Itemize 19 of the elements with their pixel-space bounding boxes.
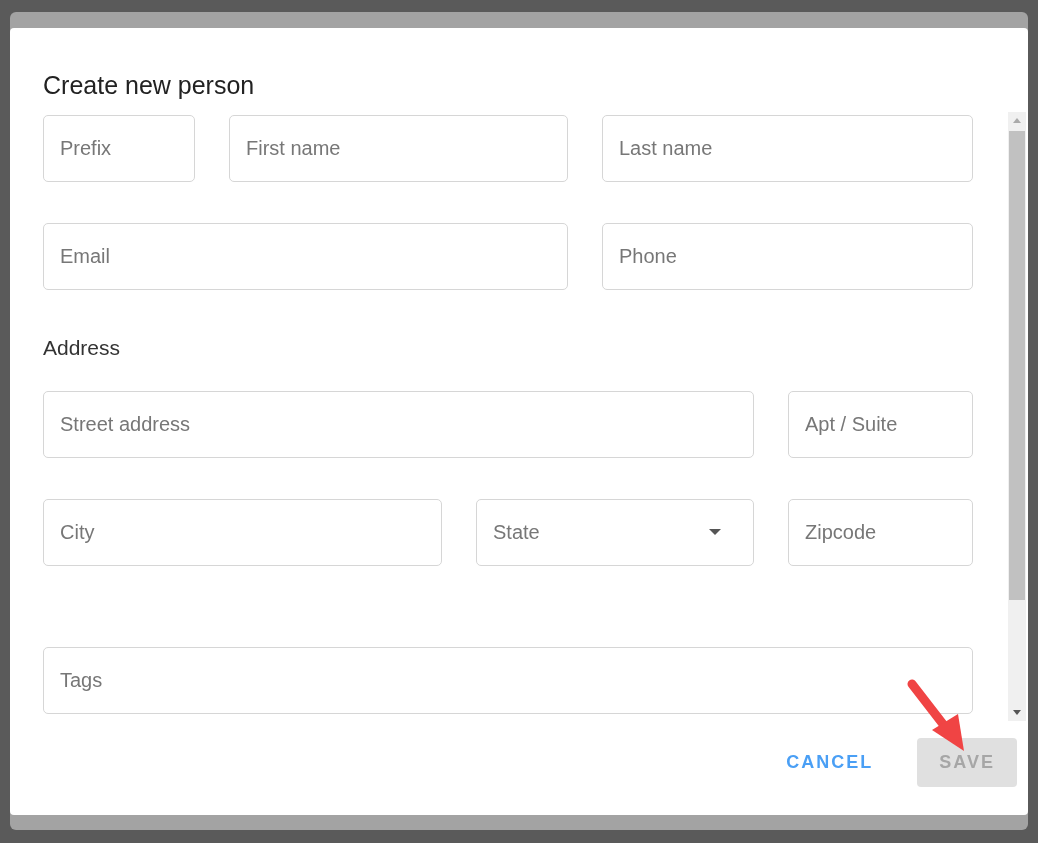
text-input-field[interactable]: Zipcode xyxy=(788,498,973,566)
dialog-title: Create new person xyxy=(43,70,255,100)
caret-icon xyxy=(709,529,721,535)
text-input-field[interactable]: Tags xyxy=(43,646,973,714)
scrollbar-thumb[interactable] xyxy=(1009,131,1025,600)
text-input-field[interactable]: Prefix xyxy=(43,115,195,182)
text-input-field[interactable]: Email xyxy=(43,223,568,290)
text-input-field[interactable]: Last name xyxy=(602,115,973,182)
scroll-up-arrow-icon[interactable] xyxy=(1013,118,1021,123)
state-dropdown[interactable]: State xyxy=(476,498,754,566)
text-input-field[interactable]: City xyxy=(43,498,442,566)
section-heading: Address xyxy=(43,335,121,361)
text-input-field[interactable]: Apt / Suite xyxy=(788,390,973,458)
scroll-down-arrow-icon[interactable] xyxy=(1013,710,1021,715)
scrollbar[interactable] xyxy=(1008,112,1026,721)
cancel-button[interactable]: CANCEL xyxy=(764,738,896,787)
text-input-field[interactable]: Street address xyxy=(43,390,754,458)
text-input-field[interactable]: Phone xyxy=(602,223,973,290)
text-input-field[interactable]: First name xyxy=(229,115,568,182)
